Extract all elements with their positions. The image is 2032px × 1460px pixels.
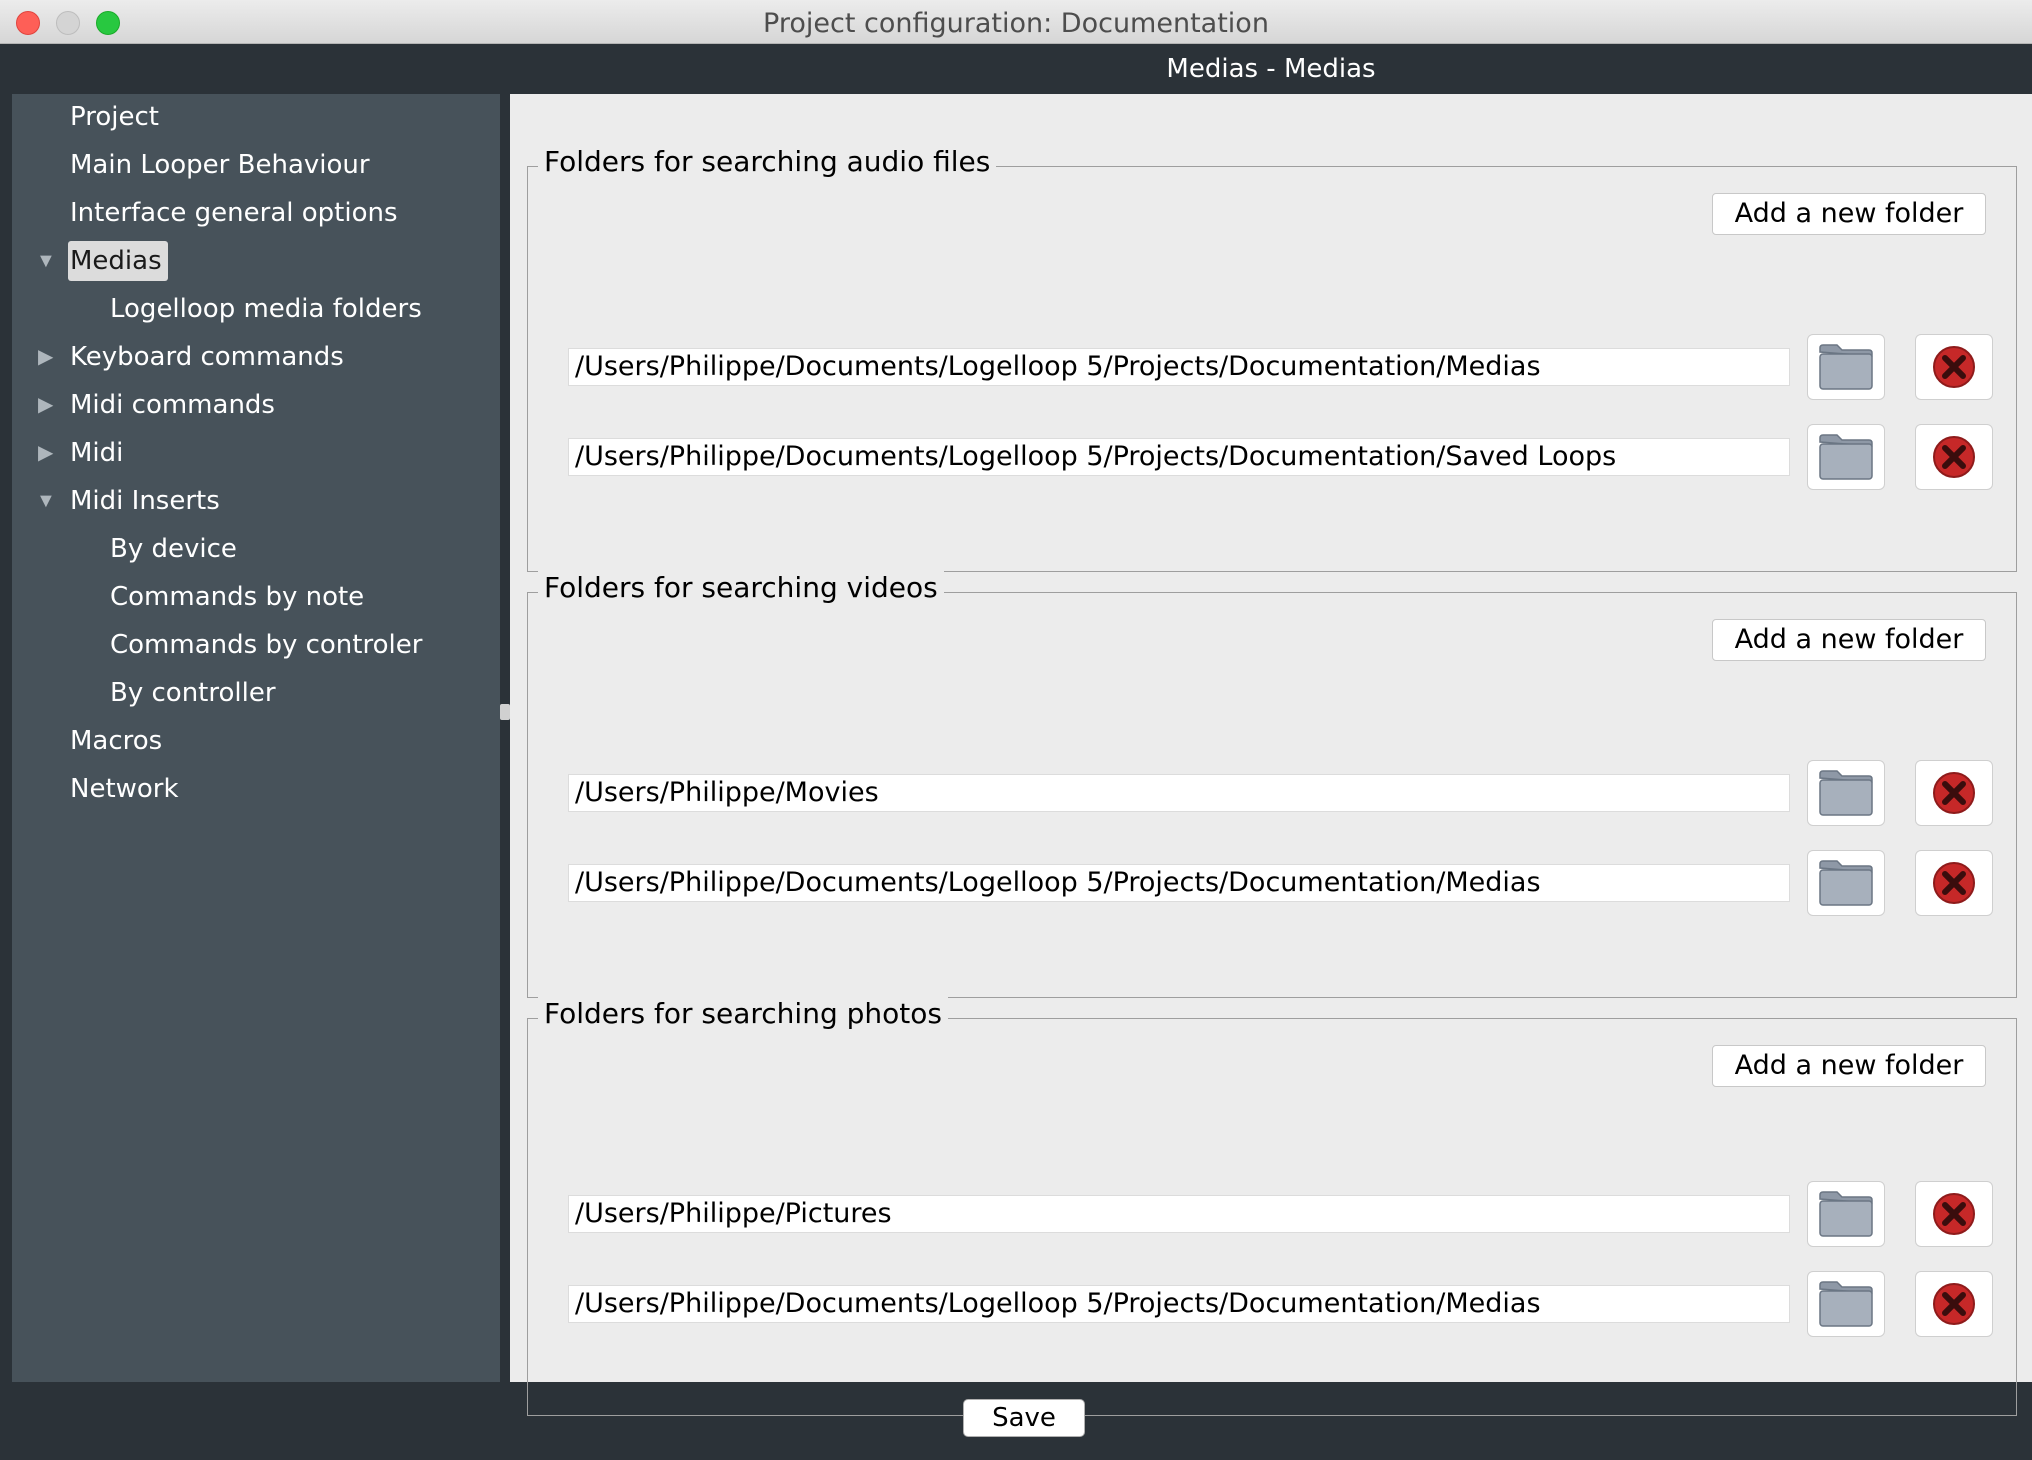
tree-item-label: Medias xyxy=(68,241,168,281)
tree-item-label: By device xyxy=(110,534,237,564)
tree-item-midi-inserts[interactable]: Midi Inserts xyxy=(68,481,226,523)
folder-icon xyxy=(1817,1189,1875,1239)
folder-icon xyxy=(1817,342,1875,392)
collapsed-triangle-icon[interactable]: ▶ xyxy=(38,337,53,377)
folder-path-field[interactable]: /Users/Philippe/Documents/Logelloop 5/Pr… xyxy=(568,864,1790,902)
tree-item-label: Interface general options xyxy=(70,198,398,228)
expanded-triangle-icon[interactable]: ▼ xyxy=(36,481,56,521)
folder-icon xyxy=(1817,432,1875,482)
tree-item-label: Commands by note xyxy=(110,582,365,612)
audio-folders-group: Folders for searching audio files Add a … xyxy=(527,145,2017,572)
tree-item-label: Macros xyxy=(70,726,163,756)
folder-path-field[interactable]: /Users/Philippe/Documents/Logelloop 5/Pr… xyxy=(568,1285,1790,1323)
delete-icon xyxy=(1932,435,1976,479)
title-bar: Project configuration: Documentation xyxy=(0,0,2032,44)
tree-item-label: Midi Inserts xyxy=(70,486,220,516)
group-title: Folders for searching photos xyxy=(538,997,948,1030)
expanded-triangle-icon[interactable]: ▼ xyxy=(36,241,56,281)
tree-item-logelloop-media-folders[interactable]: Logelloop media folders xyxy=(108,289,428,331)
tree-item-label: Network xyxy=(70,774,179,804)
browse-folder-button[interactable] xyxy=(1807,1181,1885,1247)
divider-handle-icon[interactable] xyxy=(500,704,510,720)
app-body: Medias - Medias Project Main Looper Beha… xyxy=(0,44,2032,1460)
settings-tree: Project Main Looper Behaviour Interface … xyxy=(12,94,500,1382)
panel-title: Medias - Medias xyxy=(1166,54,1376,84)
tree-item-commands-by-note[interactable]: Commands by note xyxy=(108,577,370,619)
tree-item-main-looper-behaviour[interactable]: Main Looper Behaviour xyxy=(68,145,376,187)
tree-item-label: Midi commands xyxy=(70,390,275,420)
collapsed-triangle-icon[interactable]: ▶ xyxy=(38,433,53,473)
tree-item-label: Commands by controler xyxy=(110,630,423,660)
tree-item-medias[interactable]: Medias xyxy=(68,241,168,283)
folder-path-field[interactable]: /Users/Philippe/Documents/Logelloop 5/Pr… xyxy=(568,348,1790,386)
remove-folder-button[interactable] xyxy=(1915,424,1993,490)
delete-icon xyxy=(1932,345,1976,389)
folder-path-field[interactable]: /Users/Philippe/Documents/Logelloop 5/Pr… xyxy=(568,438,1790,476)
tree-item-label: Logelloop media folders xyxy=(110,294,422,324)
delete-icon xyxy=(1932,861,1976,905)
remove-folder-button[interactable] xyxy=(1915,1181,1993,1247)
folder-icon xyxy=(1817,1279,1875,1329)
medias-settings-panel: Folders for searching audio files Add a … xyxy=(510,94,2032,1416)
tree-item-label: By controller xyxy=(110,678,276,708)
tree-item-label: Main Looper Behaviour xyxy=(70,150,370,180)
delete-icon xyxy=(1932,1282,1976,1326)
folder-path-field[interactable]: /Users/Philippe/Pictures xyxy=(568,1195,1790,1233)
tree-item-label: Keyboard commands xyxy=(70,342,344,372)
tree-item-project[interactable]: Project xyxy=(68,97,165,139)
save-button[interactable]: Save xyxy=(963,1399,1085,1437)
photo-folders-group: Folders for searching photos Add a new f… xyxy=(527,997,2017,1416)
video-folders-group: Folders for searching videos Add a new f… xyxy=(527,571,2017,998)
folder-path-field[interactable]: /Users/Philippe/Movies xyxy=(568,774,1790,812)
folder-icon xyxy=(1817,858,1875,908)
browse-folder-button[interactable] xyxy=(1807,424,1885,490)
browse-folder-button[interactable] xyxy=(1807,850,1885,916)
delete-icon xyxy=(1932,1192,1976,1236)
tree-item-by-device[interactable]: By device xyxy=(108,529,243,571)
group-title: Folders for searching audio files xyxy=(538,145,997,178)
add-photo-folder-button[interactable]: Add a new folder xyxy=(1712,1045,1986,1087)
browse-folder-button[interactable] xyxy=(1807,1271,1885,1337)
remove-folder-button[interactable] xyxy=(1915,760,1993,826)
tree-item-label: Midi xyxy=(70,438,124,468)
delete-icon xyxy=(1932,771,1976,815)
group-title: Folders for searching videos xyxy=(538,571,944,604)
browse-folder-button[interactable] xyxy=(1807,760,1885,826)
tree-item-interface-general-options[interactable]: Interface general options xyxy=(68,193,404,235)
remove-folder-button[interactable] xyxy=(1915,850,1993,916)
add-audio-folder-button[interactable]: Add a new folder xyxy=(1712,193,1986,235)
tree-item-midi-commands[interactable]: Midi commands xyxy=(68,385,281,427)
tree-item-by-controller[interactable]: By controller xyxy=(108,673,282,715)
browse-folder-button[interactable] xyxy=(1807,334,1885,400)
tree-item-commands-by-controler[interactable]: Commands by controler xyxy=(108,625,428,667)
tree-item-label: Project xyxy=(70,102,159,132)
tree-item-network[interactable]: Network xyxy=(68,769,185,811)
tree-item-midi[interactable]: Midi xyxy=(68,433,129,475)
folder-icon xyxy=(1817,768,1875,818)
split-pane-divider[interactable] xyxy=(500,94,510,1382)
add-video-folder-button[interactable]: Add a new folder xyxy=(1712,619,1986,661)
window-title: Project configuration: Documentation xyxy=(763,8,1269,39)
remove-folder-button[interactable] xyxy=(1915,334,1993,400)
remove-folder-button[interactable] xyxy=(1915,1271,1993,1337)
tree-item-keyboard-commands[interactable]: Keyboard commands xyxy=(68,337,350,379)
collapsed-triangle-icon[interactable]: ▶ xyxy=(38,385,53,425)
tree-item-macros[interactable]: Macros xyxy=(68,721,168,763)
